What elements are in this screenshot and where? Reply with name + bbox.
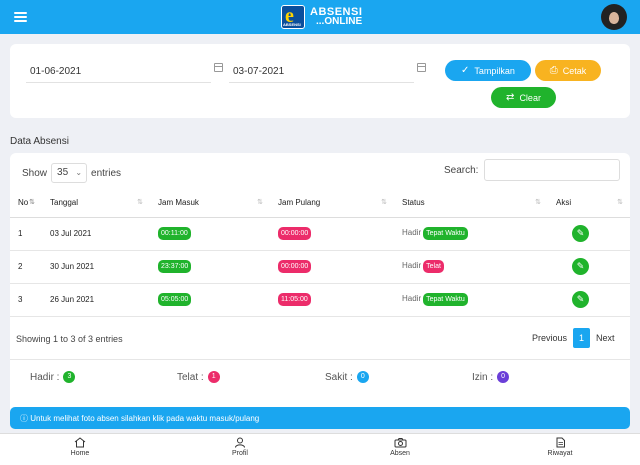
check-in-time[interactable]: 00:11:00 (158, 227, 191, 240)
info-bar: ⓘ Untuk melihat foto absen silahkan klik… (10, 407, 630, 429)
avatar[interactable] (601, 4, 627, 30)
table-info: Showing 1 to 3 of 3 entries (16, 334, 123, 344)
status-badge: Tepat Waktu (423, 227, 468, 240)
menu-icon[interactable] (14, 12, 27, 22)
refresh-icon: ⇄ (506, 92, 515, 103)
document-icon (556, 437, 565, 448)
check-icon: ✓ (461, 65, 470, 76)
check-out-time[interactable]: 00:00:00 (278, 260, 312, 273)
check-in-time[interactable]: 05:05:00 (158, 293, 192, 306)
summary-izin: Izin : 0 (472, 371, 510, 383)
logo-badge: e ABSENSI (281, 5, 305, 29)
attendance-card: Show 35 ⌄ entries Search: No ⇅ Tanggal ⇅ J… (10, 153, 630, 425)
count-badge: 0 (356, 371, 369, 383)
nav-absen[interactable]: Absen (320, 434, 480, 465)
column-header-jam-masuk[interactable]: Jam Masuk ⇅ (150, 189, 270, 218)
table-row: 2 30 Jun 2021 23:37:00 00:00:00 Hadir Tel… (10, 250, 630, 284)
column-header-no[interactable]: No ⇅ (10, 189, 42, 218)
chevron-down-icon: ⌄ (75, 168, 83, 177)
show-button[interactable]: ✓ Tampilkan (445, 60, 531, 81)
nav-profil[interactable]: Profil (160, 434, 320, 465)
logo-subtitle: ...ONLINE (316, 16, 363, 27)
clear-button[interactable]: ⇄ Clear (491, 87, 556, 108)
sort-icon: ⇅ (29, 199, 35, 206)
edit-button[interactable]: ✎ (572, 291, 589, 308)
filter-card: 01-06-2021 03-07-2021 ✓ Tampilkan ⎙ Ceta… (10, 44, 630, 118)
count-badge: 3 (63, 371, 76, 383)
previous-button[interactable]: Previous (526, 328, 573, 348)
divider (10, 359, 630, 360)
check-out-time[interactable]: 00:00:00 (278, 227, 312, 240)
camera-icon (394, 438, 406, 448)
page-button[interactable]: 1 (573, 328, 591, 348)
pagination: Previous 1 Next (526, 328, 621, 348)
summary-sakit: Sakit : 0 (325, 371, 369, 383)
column-header-tanggal[interactable]: Tanggal ⇅ (42, 189, 150, 218)
status-badge: Tepat Waktu (423, 293, 468, 306)
date-from-input[interactable]: 01-06-2021 (26, 61, 223, 83)
search-label: Search: (444, 165, 479, 176)
count-badge: 1 (207, 371, 220, 383)
home-icon (74, 437, 86, 448)
column-header-status[interactable]: Status ⇅ (394, 189, 548, 218)
calendar-icon[interactable] (417, 63, 426, 72)
table-row: 3 26 Jun 2021 05:05:00 11:05:00 Hadir Tep… (10, 283, 630, 317)
top-bar: e ABSENSI ABSENSI ...ONLINE (0, 0, 640, 34)
count-badge: 0 (497, 371, 510, 383)
summary-telat: Telat : 1 (177, 371, 220, 383)
check-out-time[interactable]: 11:05:00 (278, 293, 311, 306)
column-header-jam-pulang[interactable]: Jam Pulang ⇅ (270, 189, 394, 218)
column-header-aksi[interactable]: Aksi ⇅ (548, 189, 630, 218)
nav-home[interactable]: Home (0, 434, 160, 465)
entries-select[interactable]: 35 ⌄ (51, 163, 88, 183)
app-logo: e ABSENSI ABSENSI ...ONLINE (281, 4, 362, 30)
summary-hadir: Hadir : 3 (30, 371, 76, 383)
sort-icon: ⇅ (381, 199, 387, 206)
printer-icon: ⎙ (549, 65, 558, 76)
edit-button[interactable]: ✎ (572, 225, 589, 242)
status-badge: Telat (423, 260, 444, 273)
bottom-nav: Home Profil Absen Riwayat (0, 433, 640, 465)
sort-icon: ⇅ (535, 199, 541, 206)
check-in-time[interactable]: 23:37:00 (158, 260, 192, 273)
table-row: 1 03 Jul 2021 00:11:00 00:00:00 Hadir Tep… (10, 217, 630, 251)
sort-icon: ⇅ (617, 199, 623, 206)
search-input[interactable] (484, 159, 620, 181)
sort-icon: ⇅ (257, 199, 263, 206)
section-title: Data Absensi (10, 136, 69, 147)
user-icon (235, 437, 245, 448)
print-button[interactable]: ⎙ Cetak (535, 60, 601, 81)
sort-icon: ⇅ (137, 199, 143, 206)
attendance-table: No ⇅ Tanggal ⇅ Jam Masuk ⇅ Jam Pulang ⇅ Stat… (10, 189, 630, 317)
calendar-icon[interactable] (214, 63, 223, 72)
date-to-input[interactable]: 03-07-2021 (229, 61, 426, 83)
nav-riwayat[interactable]: Riwayat (480, 434, 640, 465)
next-button[interactable]: Next (590, 328, 621, 348)
edit-button[interactable]: ✎ (572, 258, 589, 275)
show-entries: Show 35 ⌄ entries (22, 163, 121, 183)
